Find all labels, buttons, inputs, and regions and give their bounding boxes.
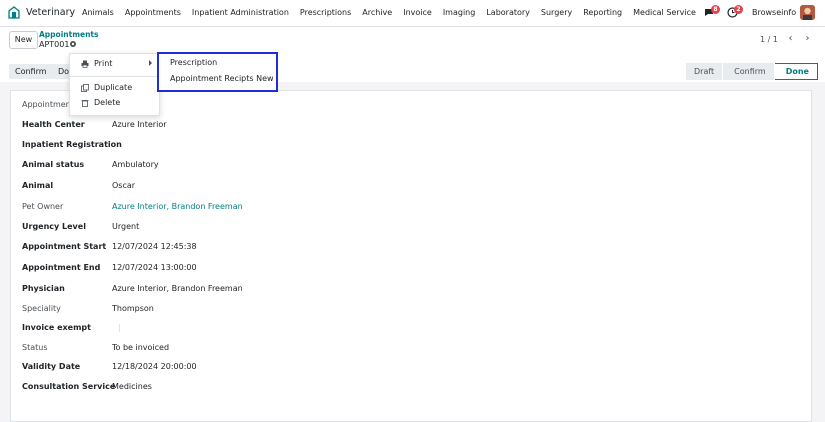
print-submenu: Prescription Appointment Recipts New xyxy=(157,52,278,92)
menu-imaging[interactable]: Imaging xyxy=(443,8,476,20)
menu-prescriptions[interactable]: Prescriptions xyxy=(300,8,351,20)
prescription-report-item[interactable]: Prescription xyxy=(170,58,217,67)
stage-confirm[interactable]: Confirm xyxy=(723,63,774,80)
app-title[interactable]: Veterinary xyxy=(26,7,75,18)
menu-appointments[interactable]: Appointments xyxy=(125,8,181,20)
user-name[interactable]: Browseinfo xyxy=(752,8,796,17)
field-value[interactable]: Azure Interior, Brandon Freeman xyxy=(112,284,243,293)
activity-count-badge: 2 xyxy=(734,5,743,14)
menu-medical-service[interactable]: Medical Service xyxy=(633,8,696,20)
field-label: Physician xyxy=(22,284,65,293)
field-value[interactable]: Oscar xyxy=(112,181,135,190)
stage-draft[interactable]: Draft xyxy=(686,63,723,80)
breadcrumb-appointments[interactable]: Appointments xyxy=(39,30,98,39)
field-label: Appointment End xyxy=(22,263,101,272)
field-value[interactable]: 12/07/2024 12:45:38 xyxy=(112,242,197,251)
field-label: Urgency Level xyxy=(22,222,86,231)
field-label: Invoice exempt xyxy=(22,323,91,332)
veterinary-app-icon[interactable] xyxy=(8,6,20,19)
chevron-right-icon xyxy=(149,60,152,66)
print-icon xyxy=(81,60,89,68)
field-label: Appointment Start xyxy=(22,242,107,251)
menu-surgery[interactable]: Surgery xyxy=(541,8,572,20)
duplicate-menu-item[interactable]: Duplicate xyxy=(94,83,132,92)
field-value[interactable]: Azure Interior xyxy=(112,120,167,129)
pager-value[interactable]: 1 / 1 xyxy=(760,35,778,44)
print-menu-item[interactable]: Print xyxy=(94,59,112,68)
field-label: Status xyxy=(22,343,48,352)
field-label: Speciality xyxy=(22,304,61,313)
field-label: Pet Owner xyxy=(22,202,64,211)
avatar[interactable] xyxy=(800,5,815,20)
delete-menu-item[interactable]: Delete xyxy=(94,98,120,107)
appointment-receipt-report-item[interactable]: Appointment Recipts New xyxy=(170,74,274,83)
status-stages: Draft Confirm Done xyxy=(686,63,819,80)
action-dropdown: Print Duplicate Delete xyxy=(69,53,160,116)
form-sheet xyxy=(10,90,812,422)
chat-count-badge: 8 xyxy=(711,5,720,14)
duplicate-icon xyxy=(81,84,89,92)
record-name: APT001 xyxy=(39,40,70,49)
field-label: Animal status xyxy=(22,160,85,169)
field-value[interactable]: 12/18/2024 20:00:00 xyxy=(112,362,197,371)
dropdown-divider xyxy=(70,76,159,77)
gear-icon[interactable] xyxy=(69,40,77,48)
field-label: Validity Date xyxy=(22,362,81,371)
field-label: Animal xyxy=(22,181,54,190)
field-label: Consultation Service xyxy=(22,382,116,391)
menu-reporting[interactable]: Reporting xyxy=(583,8,622,20)
trash-icon xyxy=(81,100,89,107)
field-value[interactable]: Medicines xyxy=(112,382,152,391)
field-label: Health Center xyxy=(22,120,85,129)
field-value[interactable]: Ambulatory xyxy=(112,160,159,169)
menu-laboratory[interactable]: Laboratory xyxy=(486,8,530,20)
field-value[interactable]: Azure Interior, Brandon Freeman xyxy=(112,202,243,211)
top-navbar: Veterinary Animals Appointments Inpatien… xyxy=(0,0,825,27)
field-value[interactable]: 12/07/2024 13:00:00 xyxy=(112,263,197,272)
menu-archive[interactable]: Archive xyxy=(362,8,392,20)
new-button[interactable]: New xyxy=(9,31,38,49)
pager-next-icon[interactable]: › xyxy=(800,32,815,46)
main-menu: Animals Appointments Inpatient Administr… xyxy=(82,8,707,20)
confirm-button[interactable]: Confirm xyxy=(9,64,53,79)
menu-invoice[interactable]: Invoice xyxy=(403,8,432,20)
user-avatar-icon xyxy=(800,5,815,20)
field-value[interactable]: To be invoiced xyxy=(112,343,169,352)
field-value[interactable]: Urgent xyxy=(112,222,139,231)
field-value[interactable]: Thompson xyxy=(112,304,154,313)
menu-inpatient-administration[interactable]: Inpatient Administration xyxy=(192,8,289,20)
field-label: Inpatient Registration xyxy=(22,140,122,149)
pager-prev-icon[interactable]: ‹ xyxy=(783,32,798,46)
menu-animals[interactable]: Animals xyxy=(82,8,114,20)
stage-done[interactable]: Done xyxy=(774,63,818,80)
invoice-exempt-checkbox[interactable] xyxy=(119,324,120,332)
